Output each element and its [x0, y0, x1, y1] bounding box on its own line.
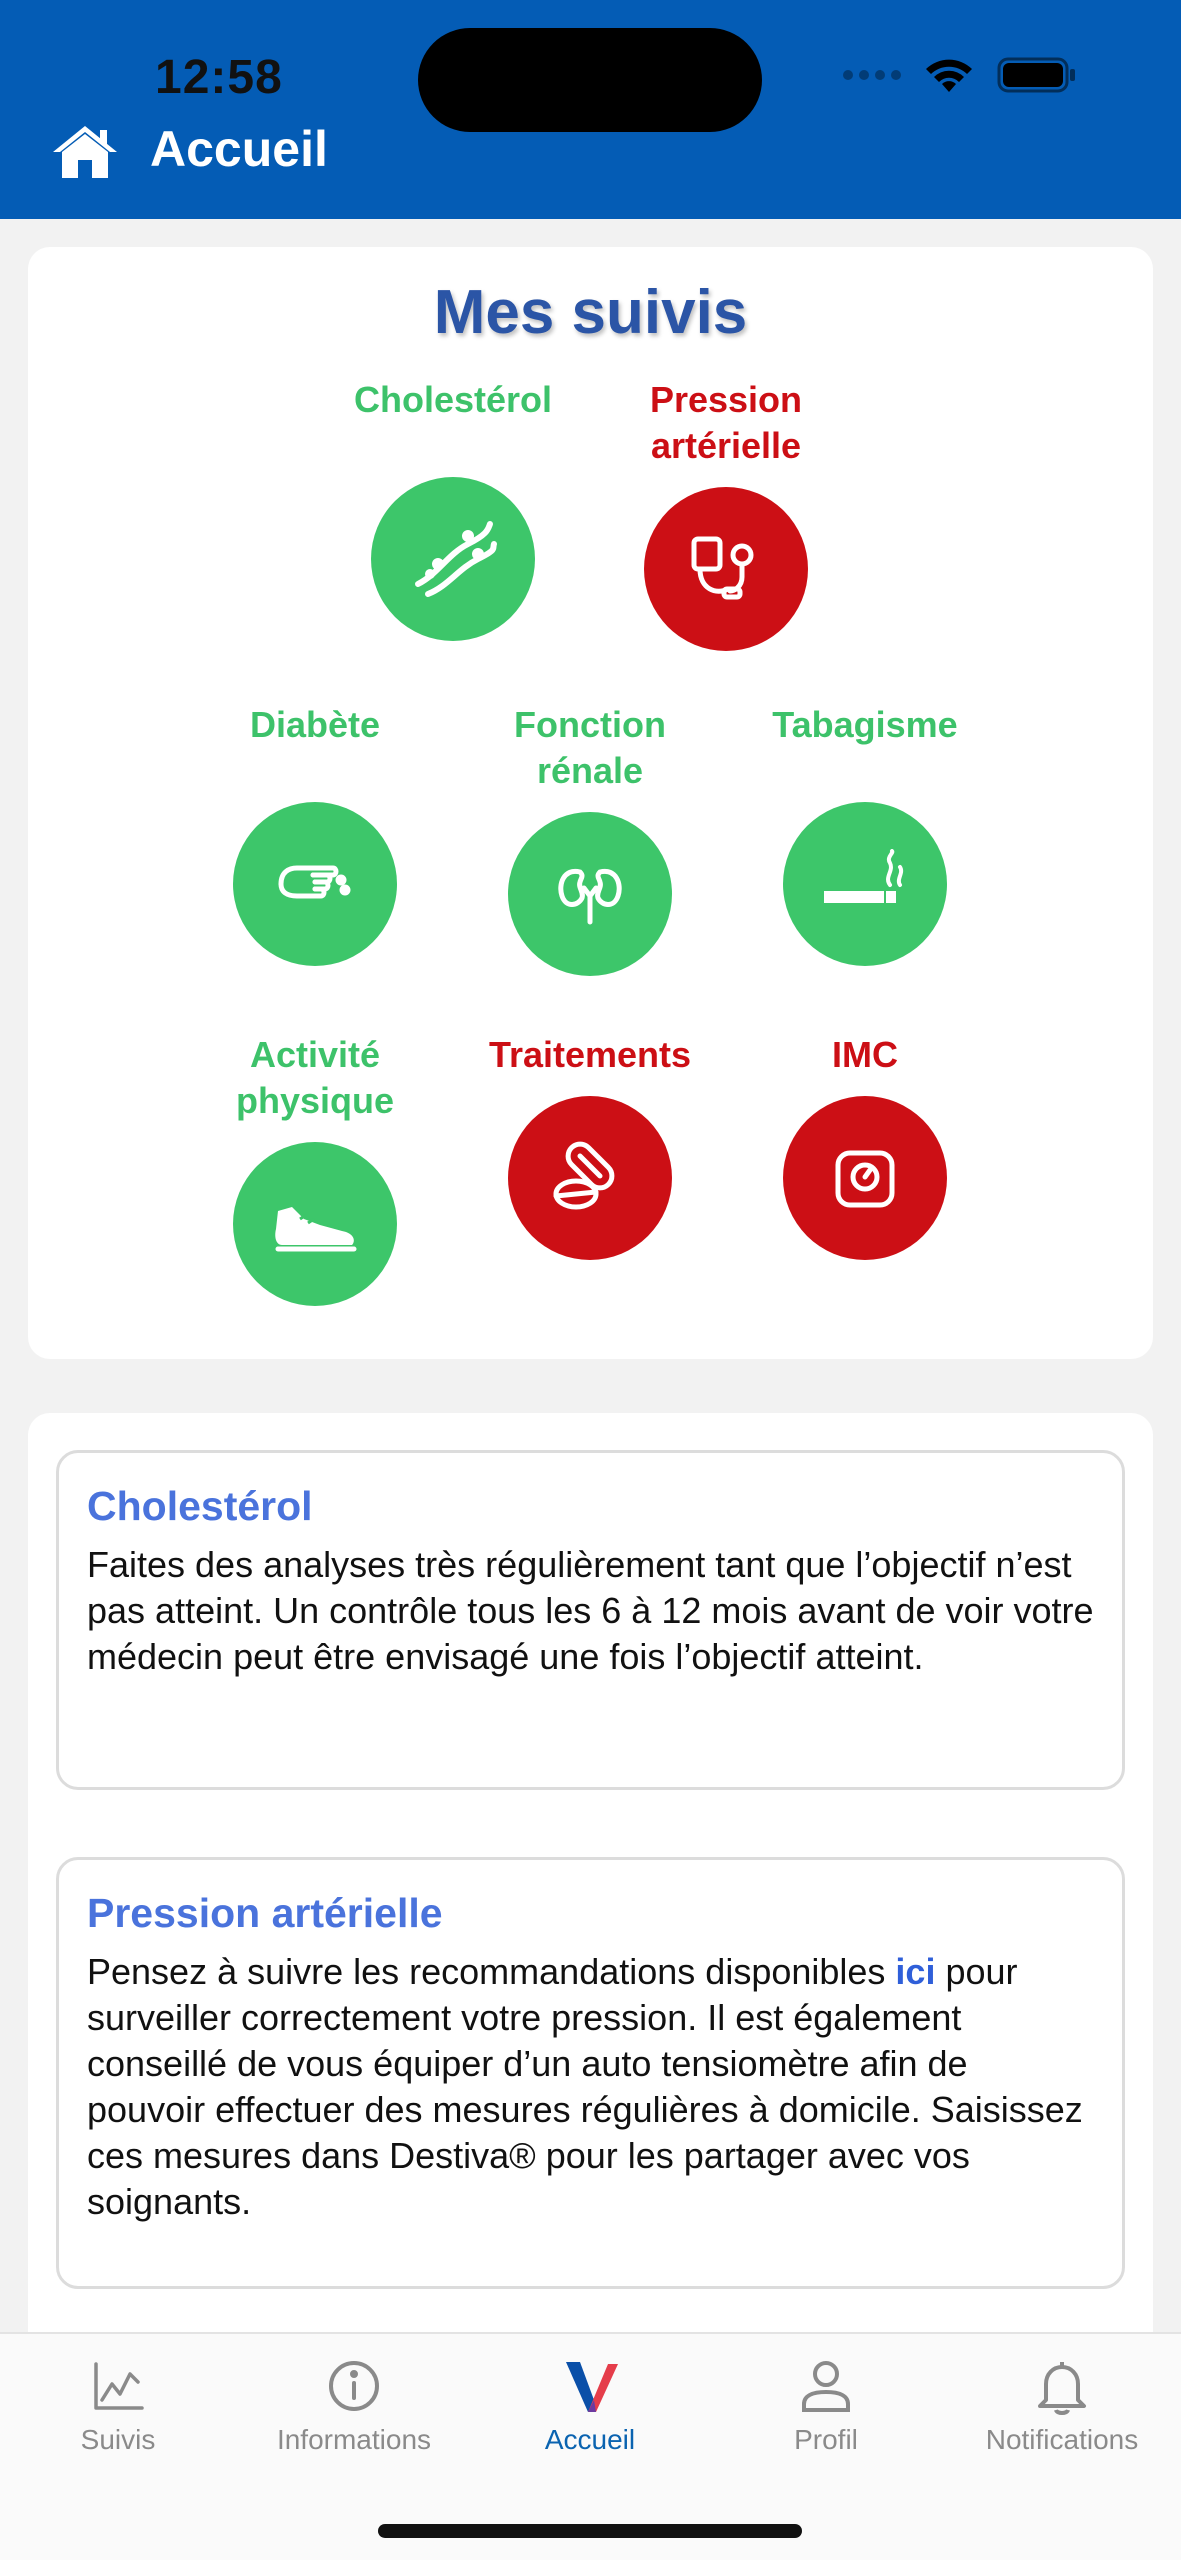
info-pression: Pression artérielle Pensez à suivre les …	[56, 1857, 1125, 2289]
tab-label: Accueil	[544, 2424, 636, 2455]
suivis-title: Mes suivis	[433, 278, 748, 347]
info-text: Pensez à suivre les recommandations disp…	[87, 1949, 1094, 2225]
info-title: Cholestérol	[87, 1483, 313, 1529]
tab-label: Informations	[276, 2424, 432, 2455]
app-header: 12:58 Accueil	[0, 0, 1181, 219]
info-title: Pression artérielle	[87, 1890, 443, 1936]
suivi-imc[interactable]: IMC	[745, 1032, 985, 1342]
info-cholesterol: Cholestérol Faites des analyses très rég…	[56, 1450, 1125, 1790]
finger-glucose-icon[interactable]	[233, 802, 397, 966]
home-indicator[interactable]	[378, 2524, 802, 2538]
suivi-tabagisme[interactable]: Tabagisme	[745, 702, 985, 1002]
suivi-activite-physique[interactable]: Activité physique	[195, 1032, 435, 1342]
suivi-cholesterol[interactable]: Cholestérol	[333, 377, 573, 677]
blood-vessel-icon[interactable]	[371, 477, 535, 641]
suivi-label: Traitements	[488, 1034, 692, 1075]
tab-informations[interactable]: Informations	[236, 2356, 472, 2456]
suivi-label: Tabagisme	[772, 704, 958, 745]
suivi-label: Diabète	[249, 704, 381, 745]
suivis-card: Mes suivis Cholestérol Pression artériel…	[28, 247, 1153, 1359]
tab-profil[interactable]: Profil	[708, 2356, 944, 2456]
pills-icon[interactable]	[508, 1096, 672, 1260]
suivi-label: Pression artérielle	[649, 379, 803, 466]
cellular-signal-icon	[843, 70, 901, 80]
blood-pressure-monitor-icon[interactable]	[644, 487, 808, 651]
cigarette-icon[interactable]	[783, 802, 947, 966]
suivi-label: Activité physique	[235, 1034, 395, 1121]
v-logo-icon	[566, 2362, 618, 2412]
status-icons	[843, 56, 1077, 94]
suivi-label: Cholestérol	[353, 379, 553, 420]
suivi-traitements[interactable]: Traitements	[470, 1032, 710, 1342]
home-icon[interactable]	[50, 122, 120, 180]
info-icon	[329, 2361, 379, 2411]
tab-accueil[interactable]: Accueil	[472, 2356, 708, 2456]
suivi-diabete[interactable]: Diabète	[195, 702, 435, 1002]
tab-suivis[interactable]: Suivis	[0, 2356, 236, 2456]
person-icon	[802, 2361, 850, 2412]
tab-label: Suivis	[80, 2424, 156, 2455]
scale-icon[interactable]	[783, 1096, 947, 1260]
info-text-before: Pensez à suivre les recommandations disp…	[87, 1951, 896, 1992]
tab-label: Profil	[794, 2424, 858, 2455]
bell-icon	[1038, 2362, 1086, 2415]
suivi-pression[interactable]: Pression artérielle	[606, 377, 846, 677]
suivi-label: IMC	[832, 1034, 898, 1075]
suivi-label: Fonction rénale	[514, 704, 666, 791]
suivi-fonction-renale[interactable]: Fonction rénale	[470, 702, 710, 1002]
page-title: Accueil	[150, 121, 328, 177]
battery-icon	[997, 57, 1075, 93]
recommendations-link[interactable]: ici	[895, 1951, 935, 1992]
camera-notch	[418, 28, 762, 132]
tab-label: Notifications	[985, 2424, 1139, 2455]
info-text: Faites des analyses très régulièrement t…	[87, 1544, 1094, 1677]
kidney-icon[interactable]	[508, 812, 672, 976]
sneaker-icon[interactable]	[233, 1142, 397, 1306]
wifi-icon	[926, 59, 972, 92]
tab-notifications[interactable]: Notifications	[944, 2356, 1180, 2456]
status-time: 12:58	[155, 51, 283, 104]
chart-icon	[94, 2362, 144, 2410]
